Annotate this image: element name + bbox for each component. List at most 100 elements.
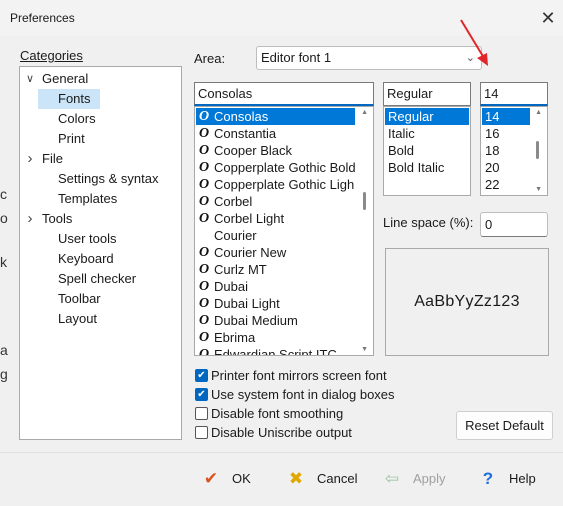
option-label: Printer font mirrors screen font <box>211 368 387 383</box>
line-space-input[interactable]: 0 <box>480 212 548 237</box>
font-list-item[interactable]: O Cooper Black <box>196 142 366 159</box>
tree-item-label: General <box>42 71 89 86</box>
font-size-list[interactable]: 14 16 18 20 22 ▲ ▼ <box>480 106 548 196</box>
checkbox-unchecked-icon[interactable] <box>195 407 208 420</box>
font-style-input[interactable]: Regular <box>383 82 471 106</box>
checkbox-checked-icon[interactable]: ✔ <box>195 369 208 382</box>
tree-item-keyboard[interactable]: Keyboard <box>20 249 181 269</box>
font-list-item[interactable]: O Edwardian Script ITC <box>196 346 366 355</box>
checkmark-icon: ✔ <box>203 469 219 488</box>
tree-item-label: Toolbar <box>58 291 101 306</box>
font-name: Copperplate Gothic Bold <box>214 160 356 175</box>
help-icon: ? <box>482 469 494 488</box>
font-list-item[interactable]: O Copperplate Gothic Ligh <box>196 176 366 193</box>
checkbox-unchecked-icon[interactable] <box>195 426 208 439</box>
help-button[interactable]: ? Help <box>477 468 547 490</box>
font-size-item[interactable]: 14 <box>482 108 530 125</box>
scroll-down-arrow-icon[interactable]: ▼ <box>361 346 368 353</box>
apply-button[interactable]: ⇦ Apply <box>381 468 451 490</box>
tree-item-print[interactable]: Print <box>20 129 181 149</box>
scroll-up-arrow-icon[interactable]: ▲ <box>535 109 542 116</box>
scroll-up-arrow-icon[interactable]: ▲ <box>361 109 368 116</box>
preview-text: AaBbYyZz123 <box>414 293 520 310</box>
font-style-list[interactable]: Regular Italic Bold Bold Italic <box>383 106 471 196</box>
categories-tree[interactable]: ∨ General Fonts Colors Print › File Settings & … <box>19 66 182 440</box>
separator <box>0 452 563 453</box>
chevron-down-icon[interactable]: ∨ <box>24 69 36 89</box>
cancel-button[interactable]: ✖ Cancel <box>285 468 365 490</box>
red-arrow-annotation <box>460 19 488 66</box>
opentype-font-icon: O <box>199 313 210 328</box>
opentype-font-icon: O <box>199 211 210 226</box>
font-list-item[interactable]: O Constantia <box>196 125 366 142</box>
font-list-item[interactable]: Courier <box>196 227 366 244</box>
font-name-input[interactable]: Consolas <box>194 82 374 106</box>
tree-item-spell-checker[interactable]: Spell checker <box>20 269 181 289</box>
font-list-item[interactable]: O Dubai Light <box>196 295 366 312</box>
tree-group-general[interactable]: ∨ General <box>20 69 181 89</box>
tree-item-label: Keyboard <box>58 251 114 266</box>
font-size-item[interactable]: 20 <box>482 159 532 176</box>
font-style-item[interactable]: Italic <box>385 125 469 142</box>
font-size-label: 14 <box>485 109 500 124</box>
area-select[interactable]: Editor font 1 ⌄ <box>256 46 482 70</box>
tree-item-settings-syntax[interactable]: Settings & syntax <box>20 169 181 189</box>
scroll-down-arrow-icon[interactable]: ▼ <box>535 186 542 193</box>
font-list-item[interactable]: O Dubai Medium <box>196 312 366 329</box>
checkbox-checked-icon[interactable]: ✔ <box>195 388 208 401</box>
font-list-item[interactable]: O Ebrima <box>196 329 366 346</box>
font-size-label: 16 <box>485 126 500 141</box>
font-list-item[interactable]: O Curlz MT <box>196 261 366 278</box>
tree-item-templates[interactable]: Templates <box>20 189 181 209</box>
font-style-item[interactable]: Bold <box>385 142 469 159</box>
tree-group-tools[interactable]: › Tools <box>20 209 181 229</box>
font-name: Corbel Light <box>214 211 285 226</box>
font-list-item[interactable]: O Copperplate Gothic Bold <box>196 159 366 176</box>
font-style-item[interactable]: Regular <box>385 108 469 125</box>
font-name: Consolas <box>214 109 269 124</box>
font-style-label: Bold Italic <box>388 160 445 175</box>
font-name: Dubai Light <box>214 296 280 311</box>
font-size-item[interactable]: 16 <box>482 125 532 142</box>
font-list-scrollbar-thumb[interactable] <box>363 192 366 210</box>
cancel-label: Cancel <box>317 471 358 486</box>
option-label: Disable font smoothing <box>211 406 344 421</box>
reset-default-button[interactable]: Reset Default <box>456 411 553 440</box>
option-label: Use system font in dialog boxes <box>211 387 395 402</box>
font-list-item[interactable]: O Consolas <box>196 108 355 125</box>
tree-item-toolbar[interactable]: Toolbar <box>20 289 181 309</box>
font-style-item[interactable]: Bold Italic <box>385 159 469 176</box>
ok-label: OK <box>232 471 251 486</box>
opentype-font-icon: O <box>199 245 210 260</box>
tree-item-colors[interactable]: Colors <box>20 109 181 129</box>
size-list-scrollbar-thumb[interactable] <box>536 141 539 159</box>
font-size-label: 18 <box>485 143 500 158</box>
font-size-label: 20 <box>485 160 500 175</box>
tree-item-label: File <box>42 151 63 166</box>
tree-group-file[interactable]: › File <box>20 149 181 169</box>
opentype-font-icon: O <box>199 177 210 192</box>
font-list-item[interactable]: O Courier New <box>196 244 366 261</box>
area-value: Editor font 1 <box>261 50 332 65</box>
font-size-input[interactable]: 14 <box>480 82 548 106</box>
ok-button[interactable]: ✔ OK <box>200 468 260 490</box>
close-button[interactable]: ✕ <box>537 7 559 29</box>
help-label: Help <box>509 471 536 486</box>
chevron-right-icon[interactable]: › <box>24 149 36 169</box>
font-list-item[interactable]: O Corbel <box>196 193 366 210</box>
font-name: Copperplate Gothic Ligh <box>214 177 355 192</box>
tree-item-label: Fonts <box>58 91 91 106</box>
chevron-right-icon[interactable]: › <box>24 209 36 229</box>
tree-item-user-tools[interactable]: User tools <box>20 229 181 249</box>
tree-item-label: User tools <box>58 231 117 246</box>
opentype-font-icon: O <box>199 279 210 294</box>
tree-item-label: Colors <box>58 111 96 126</box>
apply-label: Apply <box>413 471 446 486</box>
tree-item-fonts[interactable]: Fonts <box>38 89 100 109</box>
font-list-item[interactable]: O Dubai <box>196 278 366 295</box>
tree-item-layout[interactable]: Layout <box>20 309 181 329</box>
font-size-item[interactable]: 18 <box>482 142 532 159</box>
font-list-item[interactable]: O Corbel Light <box>196 210 366 227</box>
font-list[interactable]: O Consolas O Constantia O Cooper Black O Copper… <box>194 106 374 356</box>
font-size-item[interactable]: 22 <box>482 176 532 193</box>
